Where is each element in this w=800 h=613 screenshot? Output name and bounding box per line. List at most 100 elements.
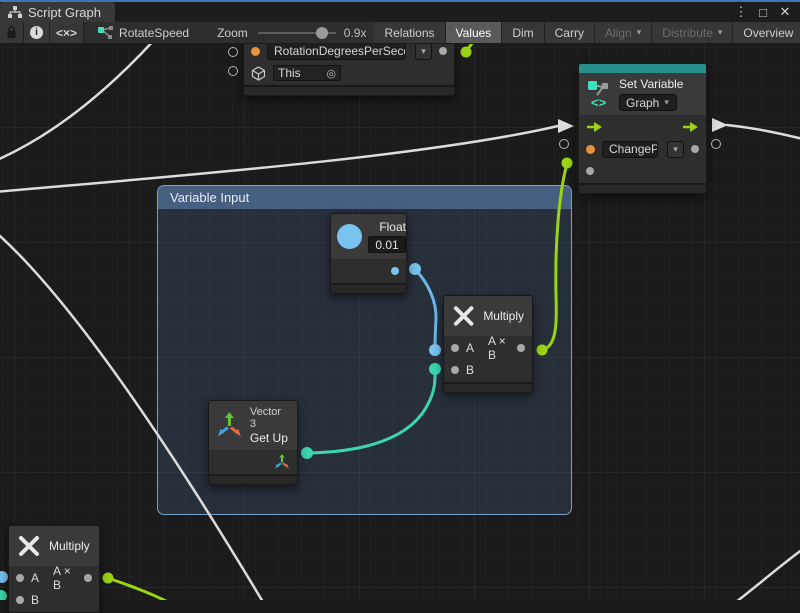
node-set-variable[interactable]: <> Set Variable Graph ▾ ChangePos ▾ (578, 63, 707, 194)
exec-input-arrow-icon[interactable] (586, 121, 603, 133)
multiply-inner-footer (444, 382, 532, 392)
multiply-outer-label-result: A × B (53, 564, 77, 592)
vector3-output-port-icon[interactable] (274, 454, 290, 470)
script-graph-icon (8, 6, 22, 19)
wire-blue-end-endpoint[interactable] (429, 344, 441, 356)
wire-green-top-endpoint[interactable] (461, 47, 472, 58)
target-object-field[interactable]: This ◎ (273, 65, 341, 81)
code-view-button[interactable]: <×> (50, 22, 84, 43)
multiply-inner-title: Multiply (483, 309, 524, 323)
toolbar-button-distribute[interactable]: Distribute▾ (652, 22, 733, 43)
wire-teal-end-endpoint[interactable] (429, 363, 441, 375)
toolbar-button-carry[interactable]: Carry (545, 22, 595, 43)
wire-arrowhead-in (558, 119, 574, 133)
toolbar-button-values[interactable]: Values (446, 22, 503, 43)
multiply-outer-port-a[interactable] (16, 574, 24, 582)
toolbar-button-dim[interactable]: Dim (502, 22, 544, 43)
menu-kebab-icon[interactable]: ⋮ (732, 3, 750, 21)
info-icon: i (30, 26, 43, 39)
wire-green-bottom-endpoint[interactable] (103, 573, 114, 584)
zoom-slider-track[interactable] (258, 32, 336, 34)
multiply-outer-port-result[interactable] (84, 574, 92, 582)
set-variable-caret-icon[interactable]: ▾ (667, 141, 684, 158)
graph-breadcrumb[interactable]: RotateSpeed (84, 22, 195, 43)
toolbar-button-overview[interactable]: Overview (733, 22, 800, 43)
zoom-slider-handle[interactable] (316, 27, 328, 39)
wire-exec-bottomright[interactable] (736, 549, 800, 600)
maximize-icon[interactable]: □ (754, 3, 772, 21)
float-header[interactable]: Float 0.01 (331, 214, 406, 259)
node-get-up[interactable]: Vector 3 Get Up (208, 400, 298, 485)
set-variable-name-dropdown[interactable]: ChangePos (602, 141, 658, 158)
wire-green-bottom[interactable] (108, 578, 168, 600)
wire-teal-start-endpoint[interactable] (301, 447, 313, 459)
wire-multiply-to-set-variable[interactable] (542, 164, 567, 350)
get-up-type-label: Vector 3 (250, 406, 290, 430)
wire-getup-to-multiply-b[interactable] (307, 369, 435, 453)
zoom-slider[interactable] (252, 22, 342, 43)
set-variable-right-ring[interactable] (711, 139, 721, 149)
graph-name: RotateSpeed (119, 26, 189, 40)
toolbar-button-align[interactable]: Align▾ (595, 22, 652, 43)
graph-glyph-icon (98, 26, 113, 39)
tab-script-graph[interactable]: Script Graph (0, 2, 115, 22)
set-variable-title: Set Variable (619, 77, 683, 91)
wire-green-start-endpoint[interactable] (537, 345, 548, 356)
multiply-outer-title: Multiply (49, 539, 90, 553)
toolbar-button-relations[interactable]: Relations (374, 22, 445, 43)
exec-output-arrow-icon[interactable] (682, 121, 699, 133)
multiply-outer-header[interactable]: Multiply (9, 526, 99, 566)
get-variable-input-ring-2[interactable] (228, 66, 238, 76)
dropdown-caret-icon[interactable]: ▾ (415, 43, 432, 60)
multiply-inner-header[interactable]: Multiply (444, 296, 532, 336)
node-multiply-inner[interactable]: Multiply A A × B B (443, 295, 533, 393)
wire-teal-edge-endpoint[interactable] (0, 590, 7, 600)
get-up-title: Get Up (250, 431, 290, 445)
wire-green-end-endpoint[interactable] (562, 158, 573, 169)
set-variable-input-row (586, 162, 699, 180)
variable-value-port[interactable] (251, 47, 260, 56)
lock-icon (6, 26, 17, 39)
node-float[interactable]: Float 0.01 (330, 213, 407, 294)
multiply-inner-label-a: A (466, 341, 474, 355)
set-variable-left-ring[interactable] (559, 139, 569, 149)
kind-caret-icon: ▾ (664, 97, 669, 108)
multiply-inner-row-b: B (451, 361, 525, 379)
multiply-outer-label-a: A (31, 571, 39, 585)
window-controls: ⋮ □ ✕ (732, 3, 800, 21)
variable-kind-dropdown[interactable]: Graph ▾ (619, 94, 677, 111)
set-variable-icon: <> (587, 79, 611, 109)
wire-exec-topleft[interactable] (0, 38, 156, 160)
multiply-outer-port-b[interactable] (16, 596, 24, 604)
object-picker-icon[interactable]: ◎ (326, 67, 336, 80)
variable-output-port[interactable] (439, 47, 447, 55)
cube-icon (251, 66, 266, 81)
float-value-field[interactable]: 0.01 (368, 236, 406, 253)
set-variable-name-row: ChangePos ▾ (586, 140, 699, 158)
float-output-port[interactable] (391, 267, 399, 275)
multiply-icon (17, 534, 41, 558)
multiply-outer-row-b: B (16, 591, 92, 609)
set-variable-output-port[interactable] (691, 145, 699, 153)
wire-exec-out-of-set-variable[interactable] (727, 125, 800, 139)
wire-float-to-multiply-a[interactable] (415, 269, 436, 350)
float-output-row (338, 262, 399, 280)
wire-exec-into-set-variable[interactable] (0, 126, 558, 192)
variable-name-dropdown[interactable]: RotationDegreesPerSecond (267, 43, 406, 60)
wire-blue-start-endpoint[interactable] (409, 263, 421, 275)
set-variable-exec-row (586, 118, 699, 136)
close-icon[interactable]: ✕ (776, 3, 794, 21)
multiply-inner-port-result[interactable] (517, 344, 525, 352)
multiply-inner-port-a[interactable] (451, 344, 459, 352)
get-up-header[interactable]: Vector 3 Get Up (209, 401, 297, 450)
lock-button[interactable] (0, 22, 24, 43)
get-variable-input-ring-1[interactable] (228, 47, 238, 57)
set-variable-header[interactable]: <> Set Variable Graph ▾ (579, 73, 706, 115)
wire-blue-edge-endpoint[interactable] (0, 571, 8, 583)
inspect-button[interactable]: i (24, 22, 50, 43)
set-variable-value-port[interactable] (586, 145, 595, 154)
float-footer (331, 283, 406, 293)
set-variable-input-port[interactable] (586, 167, 594, 175)
multiply-inner-port-b[interactable] (451, 366, 459, 374)
get-variable-footer (244, 85, 454, 95)
